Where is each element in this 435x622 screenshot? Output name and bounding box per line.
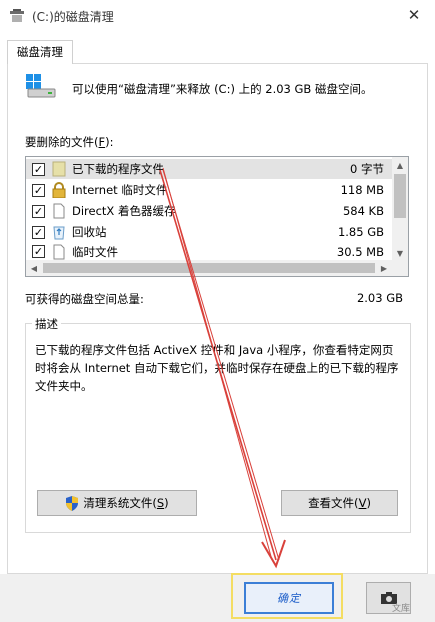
view-files-button[interactable]: 查看文件(V) bbox=[281, 490, 398, 516]
list-item[interactable]: ✓ 临时文件 30.5 MB bbox=[26, 243, 392, 260]
lock-icon bbox=[51, 182, 67, 198]
file-size: 584 KB bbox=[342, 204, 384, 218]
space-gain-value: 2.03 GB bbox=[356, 291, 403, 305]
description-text: 已下载的程序文件包括 ActiveX 控件和 Java 小程序，你查看特定网页时… bbox=[35, 343, 399, 393]
file-size: 30.5 MB bbox=[336, 244, 384, 259]
folder-icon bbox=[51, 161, 67, 177]
vertical-scroll-thumb[interactable] bbox=[394, 174, 406, 218]
file-name: 已下载的程序文件 bbox=[72, 162, 164, 176]
watermark-text: 文库 bbox=[392, 604, 411, 614]
drive-icon bbox=[26, 74, 56, 98]
close-icon: ✕ bbox=[407, 6, 421, 24]
ok-button[interactable]: 确定 bbox=[244, 582, 334, 614]
file-size: 1.85 GB bbox=[337, 225, 384, 239]
checkbox[interactable]: ✓ bbox=[32, 162, 45, 176]
file-size: 118 MB bbox=[340, 183, 384, 197]
scrollbar-corner bbox=[392, 260, 408, 276]
list-item[interactable]: ✓ 回收站 1.85 GB bbox=[26, 222, 392, 242]
clean-system-files-button[interactable]: 清理系统文件(S) bbox=[37, 490, 197, 516]
file-name: 临时文件 bbox=[72, 244, 118, 259]
checkbox[interactable]: ✓ bbox=[32, 245, 45, 258]
file-name: 回收站 bbox=[72, 225, 107, 239]
scroll-right-icon[interactable]: ▶ bbox=[376, 260, 392, 276]
uac-shield-icon bbox=[66, 495, 79, 511]
horizontal-scroll-thumb[interactable] bbox=[43, 263, 375, 273]
window-title: (C:)的磁盘清理 bbox=[32, 10, 114, 24]
file-size: 0 字节 bbox=[350, 162, 384, 176]
list-item[interactable]: ✓ 已下载的程序文件 0 字节 bbox=[26, 159, 392, 179]
files-listbox[interactable]: ✓ 已下载的程序文件 0 字节 ✓ Internet 临时文件 118 MB ✓… bbox=[25, 156, 409, 277]
scroll-down-icon[interactable]: ▼ bbox=[392, 245, 408, 261]
recycle-bin-icon bbox=[51, 224, 67, 240]
ok-button-label: 确定 bbox=[277, 592, 301, 605]
horizontal-scrollbar[interactable]: ◀ ▶ bbox=[26, 260, 392, 276]
tab-disk-cleanup[interactable]: 磁盘清理 bbox=[7, 40, 73, 64]
list-item[interactable]: ✓ DirectX 着色器缓存 584 KB bbox=[26, 201, 392, 221]
view-files-label: 查看文件(V) bbox=[308, 496, 371, 510]
checkbox[interactable]: ✓ bbox=[32, 183, 45, 197]
summary-text: 可以使用“磁盘清理”来释放 (C:) 上的 2.03 GB 磁盘空间。 bbox=[72, 82, 373, 96]
list-item[interactable]: ✓ Internet 临时文件 118 MB bbox=[26, 180, 392, 200]
file-icon bbox=[51, 244, 67, 260]
clean-system-files-label: 清理系统文件(S) bbox=[83, 496, 169, 510]
files-to-delete-label: 要删除的文件(F): bbox=[25, 135, 114, 149]
file-name: Internet 临时文件 bbox=[72, 183, 168, 197]
file-name: DirectX 着色器缓存 bbox=[72, 204, 176, 218]
space-gain-label: 可获得的磁盘空间总量: bbox=[25, 292, 144, 306]
disk-cleanup-app-icon bbox=[10, 9, 24, 22]
scroll-up-icon[interactable]: ▲ bbox=[392, 157, 408, 173]
file-icon bbox=[51, 203, 67, 219]
vertical-scrollbar[interactable]: ▲ ▼ bbox=[392, 157, 408, 261]
close-button[interactable]: ✕ bbox=[401, 4, 427, 26]
scroll-left-icon[interactable]: ◀ bbox=[26, 260, 42, 276]
checkbox[interactable]: ✓ bbox=[32, 225, 45, 239]
description-title: 描述 bbox=[32, 316, 61, 332]
checkbox[interactable]: ✓ bbox=[32, 204, 45, 218]
